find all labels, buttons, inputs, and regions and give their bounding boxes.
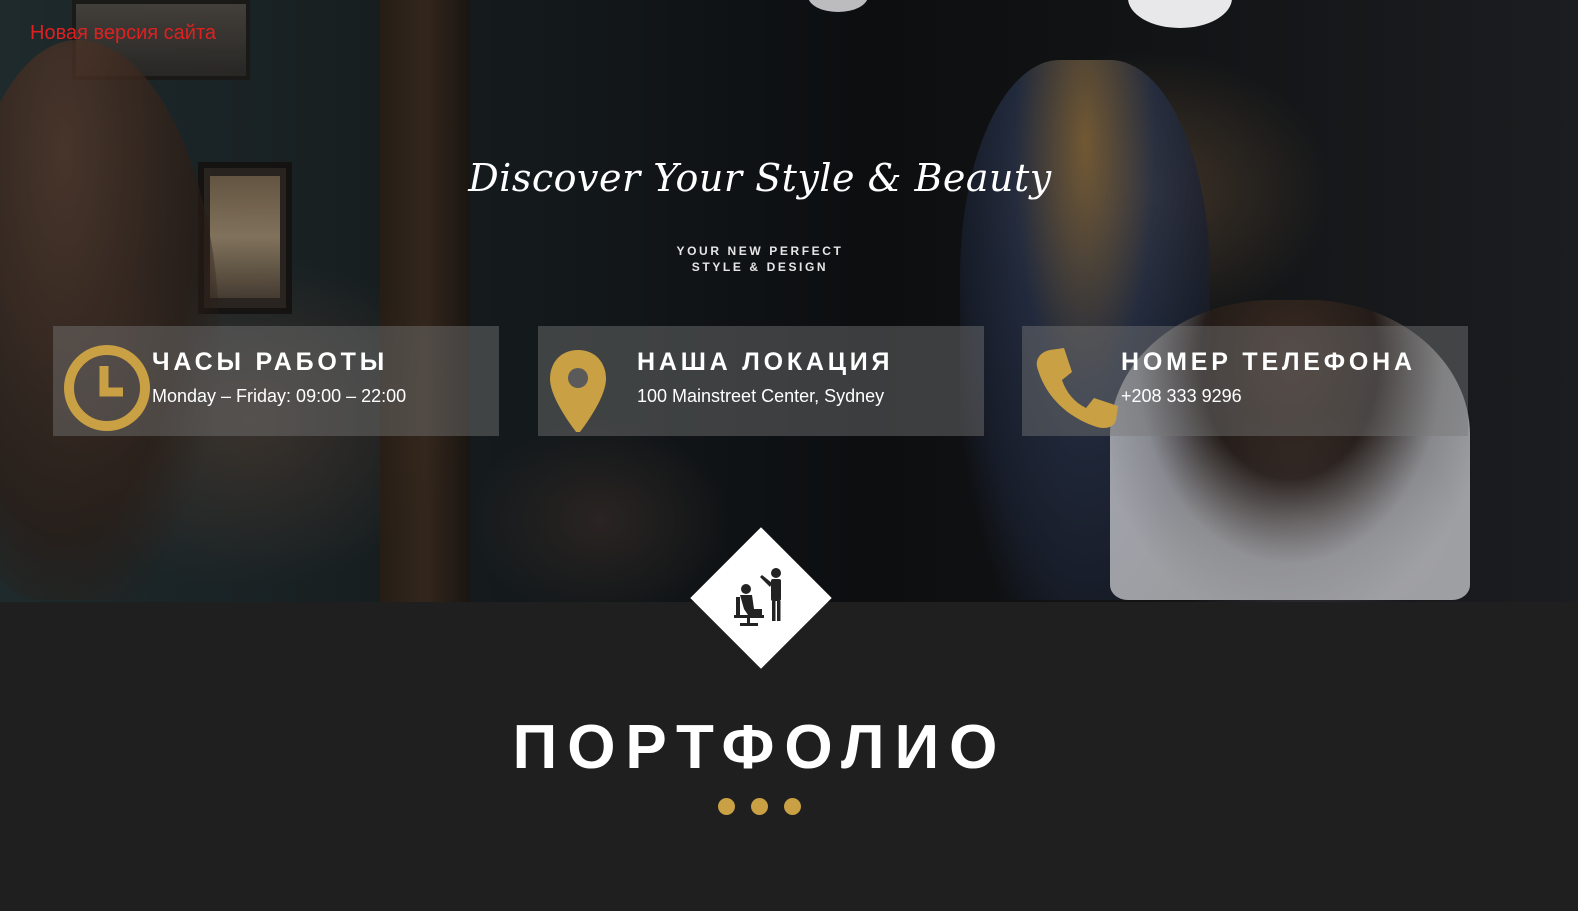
map-pin-icon [550,350,606,432]
clock-icon [64,345,150,431]
decor-dot [784,798,801,815]
info-box-hours: ЧАСЫ РАБОТЫ Monday – Friday: 09:00 – 22:… [53,326,499,436]
hero-person [0,40,220,600]
phone-icon [1036,348,1118,428]
info-text: +208 333 9296 [1121,386,1242,406]
info-text: Monday – Friday: 09:00 – 22:00 [152,386,407,406]
info-title: НАША ЛОКАЦИЯ [637,348,894,376]
decor-dot [751,798,768,815]
hero-tagline: Discover Your Style & Beauty [468,156,1052,200]
barber-icon [734,568,781,626]
hero-section: Новая версия сайта Discover Your Style &… [0,0,1578,602]
ceiling-lamp [808,0,868,12]
ceiling-lamp [1128,0,1232,28]
title-dots [718,798,801,820]
new-version-link[interactable]: Новая версия сайта [30,22,216,45]
info-text: 100 Mainstreet Center, Sydney [637,386,885,406]
info-box-phone: НОМЕР ТЕЛЕФОНА +208 333 9296 [1022,326,1468,436]
hero-subtitle-line: STYLE & DESIGN [691,260,829,274]
info-title: НОМЕР ТЕЛЕФОНА [1121,348,1416,376]
info-box-location: НАША ЛОКАЦИЯ 100 Mainstreet Center, Sydn… [538,326,984,436]
section-title: ПОРТФОЛИО [512,713,1008,782]
wooden-post [380,0,470,602]
info-title: ЧАСЫ РАБОТЫ [152,348,388,376]
hero-subtitle-line: YOUR NEW PERFECT [676,244,844,258]
hero-person [470,420,730,602]
hero-subtitle: YOUR NEW PERFECT STYLE & DESIGN [0,243,1520,275]
decor-dot [718,798,735,815]
